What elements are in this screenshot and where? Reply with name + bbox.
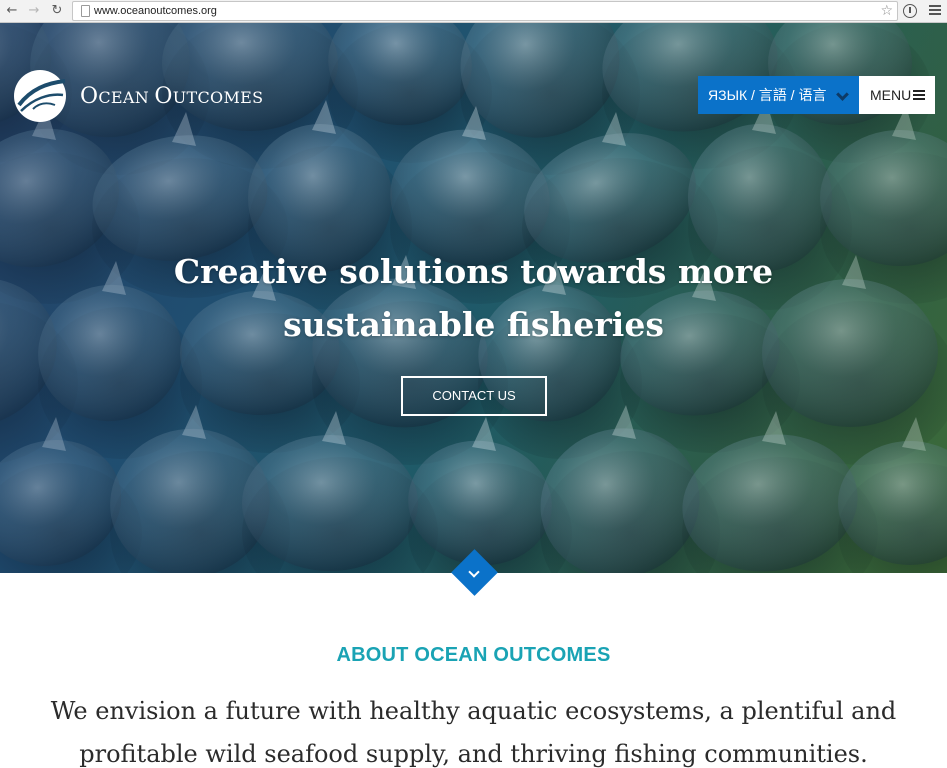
- url-text[interactable]: www.oceanoutcomes.org: [94, 4, 217, 18]
- globe-logo-icon: [14, 70, 66, 122]
- ocean-outcomes-logo[interactable]: OCEAN OUTCOMES: [13, 69, 303, 125]
- info-icon[interactable]: [903, 4, 917, 18]
- reload-icon[interactable]: ↻: [49, 3, 65, 19]
- bookmark-star-icon[interactable]: ☆: [880, 3, 893, 19]
- chevron-down-icon: [836, 88, 849, 101]
- back-arrow-icon[interactable]: ←: [4, 3, 20, 19]
- hero-section: OCEAN OUTCOMES ЯЗЫК / 言語 / 语言 MENU Creat…: [0, 23, 947, 573]
- menu-label: MENU: [870, 87, 912, 103]
- browser-toolbar: ← → ↻ www.oceanoutcomes.org ☆: [0, 0, 947, 23]
- page-icon: [81, 5, 90, 17]
- language-selector-button[interactable]: ЯЗЫК / 言語 / 语言: [698, 76, 859, 114]
- language-label: ЯЗЫК / 言語 / 语言: [708, 87, 827, 103]
- address-bar[interactable]: www.oceanoutcomes.org ☆: [72, 1, 898, 21]
- hero-headline: Creative solutions towards more sustaina…: [173, 252, 774, 344]
- menu-button[interactable]: MENU: [859, 76, 935, 114]
- logo-wordmark: OCEAN OUTCOMES: [80, 84, 264, 109]
- about-title: ABOUT OCEAN OUTCOMES: [336, 644, 611, 666]
- browser-menu-icon[interactable]: [929, 5, 941, 17]
- about-text: We envision a future with healthy aquati…: [50, 697, 897, 768]
- forward-arrow-icon[interactable]: →: [26, 3, 42, 19]
- hamburger-icon: [913, 90, 925, 102]
- contact-us-button[interactable]: CONTACT US: [401, 376, 547, 416]
